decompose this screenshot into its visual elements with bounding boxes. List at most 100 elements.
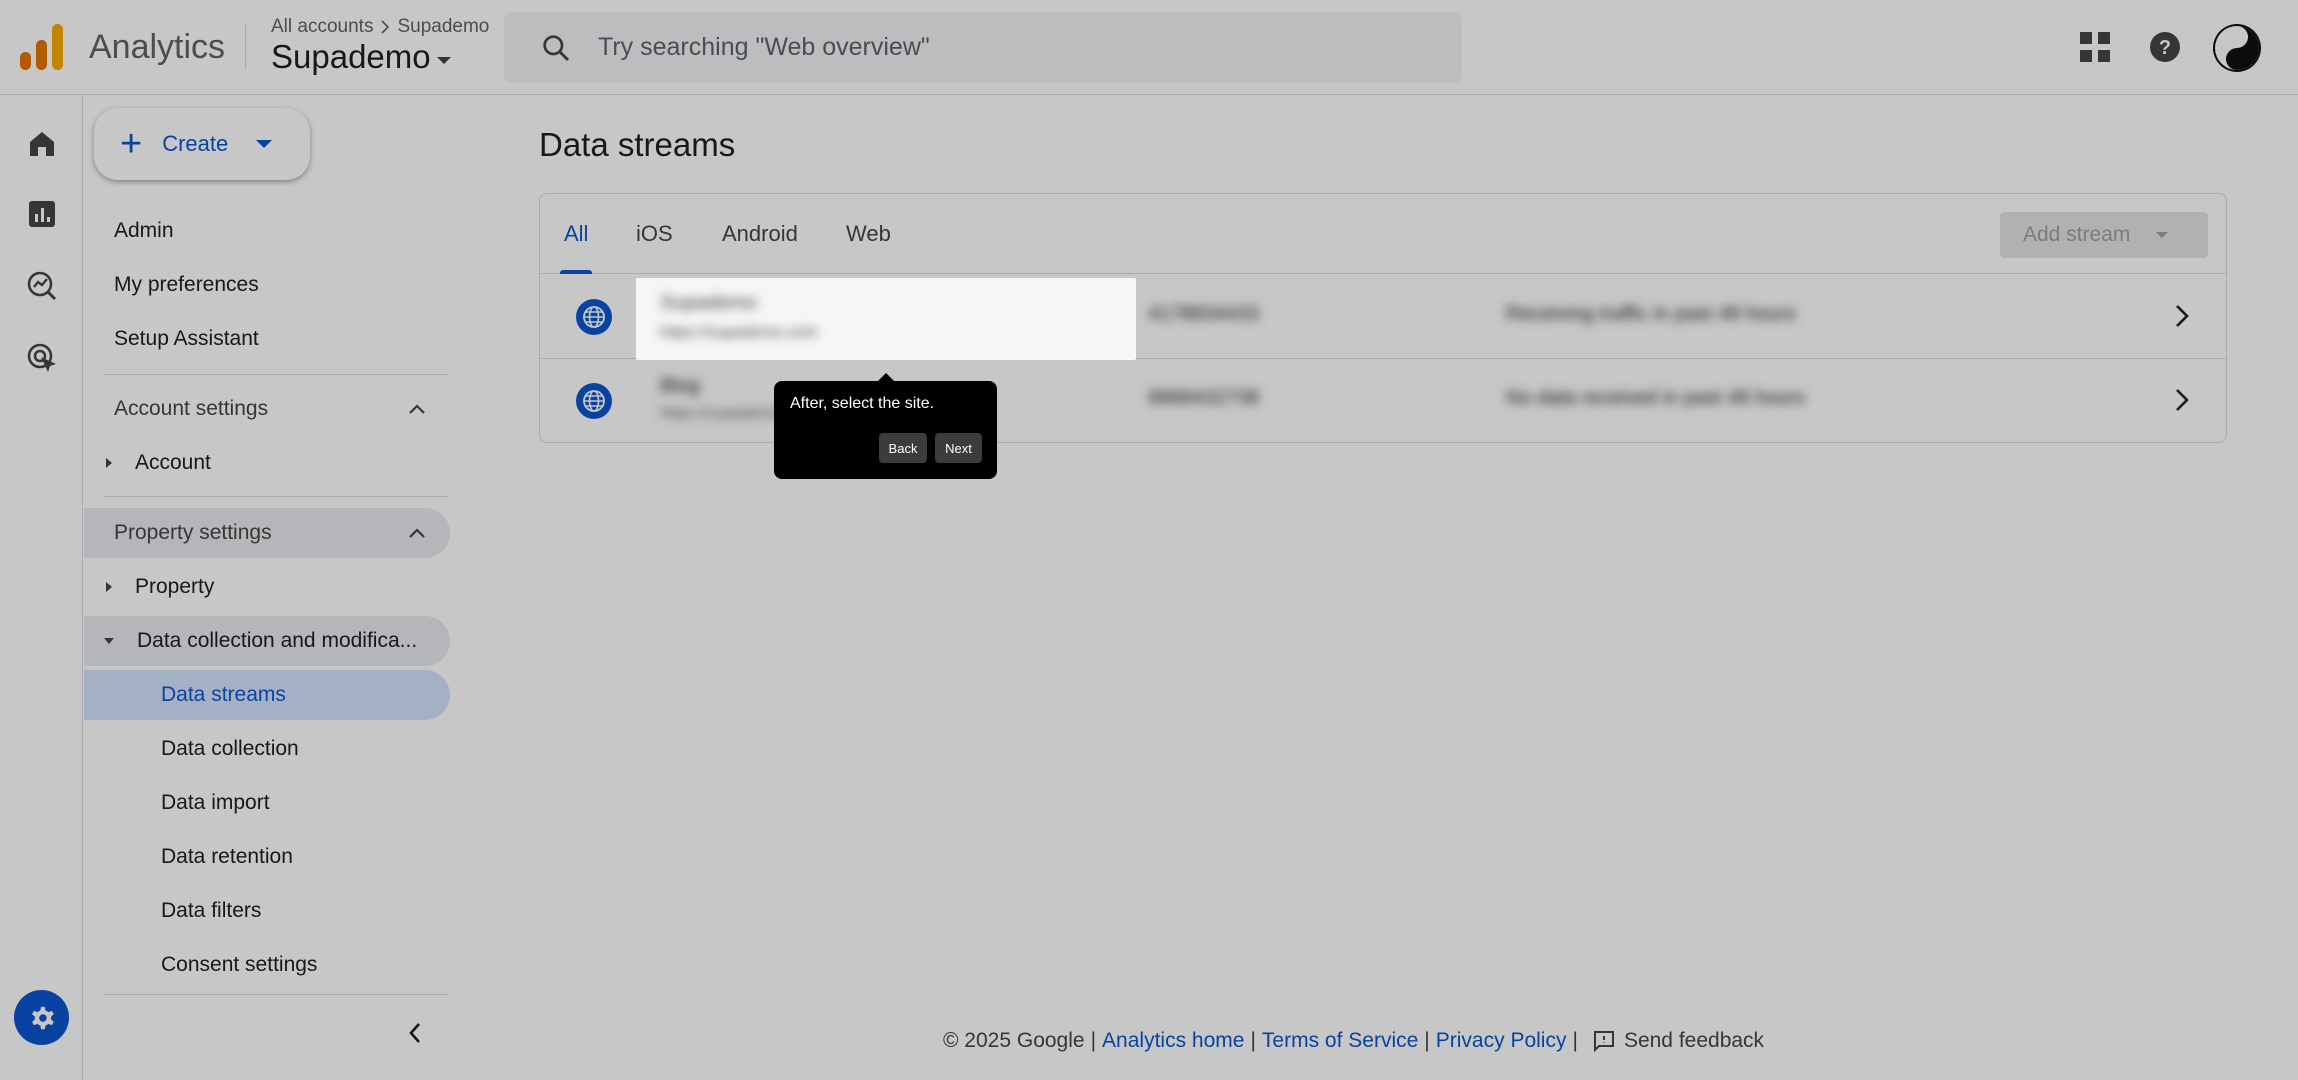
nav-item-my-preferences[interactable]: My preferences: [84, 260, 450, 310]
tree-item-label: Account: [135, 451, 211, 474]
stream-id: 4178834433: [1148, 303, 1260, 325]
search-icon: [543, 34, 570, 61]
chevron-left-icon: [409, 1023, 420, 1043]
nav-item-label: Admin: [114, 219, 174, 242]
chevron-right-icon: [381, 20, 390, 34]
create-label: Create: [162, 131, 229, 156]
page-footer: © 2025 Google | Analytics home | Terms o…: [943, 1029, 1764, 1053]
collapse-arrow-icon: [104, 638, 114, 644]
sub-item-label: Data streams: [161, 683, 286, 706]
stream-tabs: All iOS Android Web Add stream: [540, 194, 2226, 274]
footer-separator: |: [1424, 1029, 1430, 1052]
sub-item-data-import[interactable]: Data import: [84, 778, 450, 828]
chevron-right-icon: [2176, 389, 2189, 411]
nav-divider: [104, 994, 448, 995]
footer-link-privacy[interactable]: Privacy Policy: [1436, 1029, 1567, 1053]
walkthrough-tooltip: After, select the site. Back Next: [774, 373, 997, 479]
tree-item-data-collection-modification[interactable]: Data collection and modifica...: [84, 616, 450, 666]
page-title: Data streams: [539, 126, 736, 163]
sub-item-label: Data filters: [161, 899, 262, 922]
chevron-up-icon: [409, 528, 425, 538]
tree-item-property[interactable]: Property: [84, 562, 450, 612]
feedback-label: Send feedback: [1623, 1029, 1765, 1052]
sub-item-label: Data collection: [161, 737, 299, 760]
sub-item-consent-settings[interactable]: Consent settings: [84, 940, 450, 990]
property-name: Supademo: [271, 38, 431, 75]
tree-item-account[interactable]: Account: [84, 438, 450, 488]
chevron-up-icon: [409, 404, 425, 414]
create-button[interactable]: + Create: [94, 108, 310, 180]
sub-item-label: Data import: [161, 791, 270, 814]
caret-down-icon: [256, 140, 273, 148]
home-icon[interactable]: [22, 124, 62, 164]
caret-down-icon: [2156, 232, 2169, 238]
sub-item-data-collection[interactable]: Data collection: [84, 724, 450, 774]
caret-down-icon: [436, 56, 451, 64]
admin-settings-gear-icon[interactable]: [14, 990, 69, 1045]
main-content: Data streams All iOS Android Web Add str…: [451, 96, 2298, 1080]
tree-item-label: Data collection and modifica...: [137, 629, 418, 652]
expand-arrow-icon: [106, 458, 112, 468]
sub-item-data-filters[interactable]: Data filters: [84, 886, 450, 936]
nav-item-label: Setup Assistant: [114, 327, 259, 350]
side-navigation: + Create Admin My preferences Setup Assi…: [84, 96, 450, 1080]
sub-item-label: Data retention: [161, 845, 293, 868]
help-icon[interactable]: ?: [2142, 24, 2188, 70]
advertising-icon[interactable]: [22, 338, 62, 378]
reports-icon[interactable]: [22, 194, 62, 234]
footer-copyright: © 2025 Google: [943, 1029, 1085, 1052]
spotlight-stream-supademo[interactable]: Supademo https://supademo.com: [636, 278, 1136, 360]
tab-android[interactable]: Android: [698, 194, 822, 274]
stream-status: No data received in past 48 hours: [1506, 387, 1806, 409]
stream-name: Supademo: [660, 292, 757, 314]
tooltip-message: After, select the site.: [790, 395, 935, 412]
apps-grid-icon[interactable]: [2072, 24, 2118, 70]
footer-link-terms[interactable]: Terms of Service: [1262, 1029, 1418, 1053]
nav-divider: [104, 496, 448, 497]
expand-arrow-icon: [106, 582, 112, 592]
tab-all[interactable]: All: [540, 194, 612, 274]
tooltip-back-button[interactable]: Back: [879, 433, 927, 463]
property-settings-header[interactable]: Property settings: [84, 508, 450, 558]
breadcrumb-root[interactable]: All accounts: [271, 16, 373, 38]
breadcrumb-account[interactable]: Supademo: [397, 16, 489, 38]
nav-item-label: My preferences: [114, 273, 259, 296]
account-avatar[interactable]: [2213, 24, 2261, 72]
add-stream-button[interactable]: Add stream: [2000, 212, 2208, 258]
sub-item-data-retention[interactable]: Data retention: [84, 832, 450, 882]
plus-icon: +: [120, 123, 143, 165]
section-label: Property settings: [114, 521, 272, 544]
tree-item-label: Property: [135, 575, 215, 598]
search-input[interactable]: [598, 33, 1398, 62]
globe-icon: [576, 383, 612, 419]
feedback-icon: [1593, 1031, 1614, 1053]
nav-item-setup-assistant[interactable]: Setup Assistant: [84, 314, 450, 364]
section-label: Account settings: [114, 397, 269, 420]
sub-item-data-streams[interactable]: Data streams: [84, 670, 450, 720]
header-divider: [245, 24, 246, 70]
footer-link-analytics-home[interactable]: Analytics home: [1102, 1029, 1244, 1053]
breadcrumb[interactable]: All accounts Supademo: [271, 16, 489, 38]
footer-separator: |: [1090, 1029, 1097, 1052]
tab-web[interactable]: Web: [822, 194, 915, 274]
collapse-nav-button[interactable]: [400, 1018, 430, 1048]
search-bar[interactable]: [504, 12, 1462, 83]
stream-name: Blog: [660, 375, 701, 397]
sub-item-label: Consent settings: [161, 953, 318, 976]
property-picker[interactable]: Supademo: [271, 38, 451, 76]
app-name: Analytics: [89, 28, 226, 66]
nav-item-admin[interactable]: Admin: [84, 206, 450, 256]
footer-separator: |: [1572, 1029, 1578, 1052]
chevron-right-icon: [2176, 305, 2189, 327]
explore-icon[interactable]: [22, 266, 62, 306]
tab-ios[interactable]: iOS: [612, 194, 697, 274]
account-settings-header[interactable]: Account settings: [84, 384, 450, 434]
tooltip-next-button[interactable]: Next: [935, 433, 982, 463]
send-feedback-button[interactable]: Send feedback: [1592, 1029, 1764, 1053]
nav-divider: [104, 374, 448, 375]
footer-separator: |: [1250, 1029, 1256, 1052]
add-stream-label: Add stream: [2023, 223, 2131, 246]
analytics-logo-icon[interactable]: [20, 24, 64, 70]
globe-icon: [576, 299, 612, 335]
stream-url: https://supademo.com: [660, 324, 818, 341]
